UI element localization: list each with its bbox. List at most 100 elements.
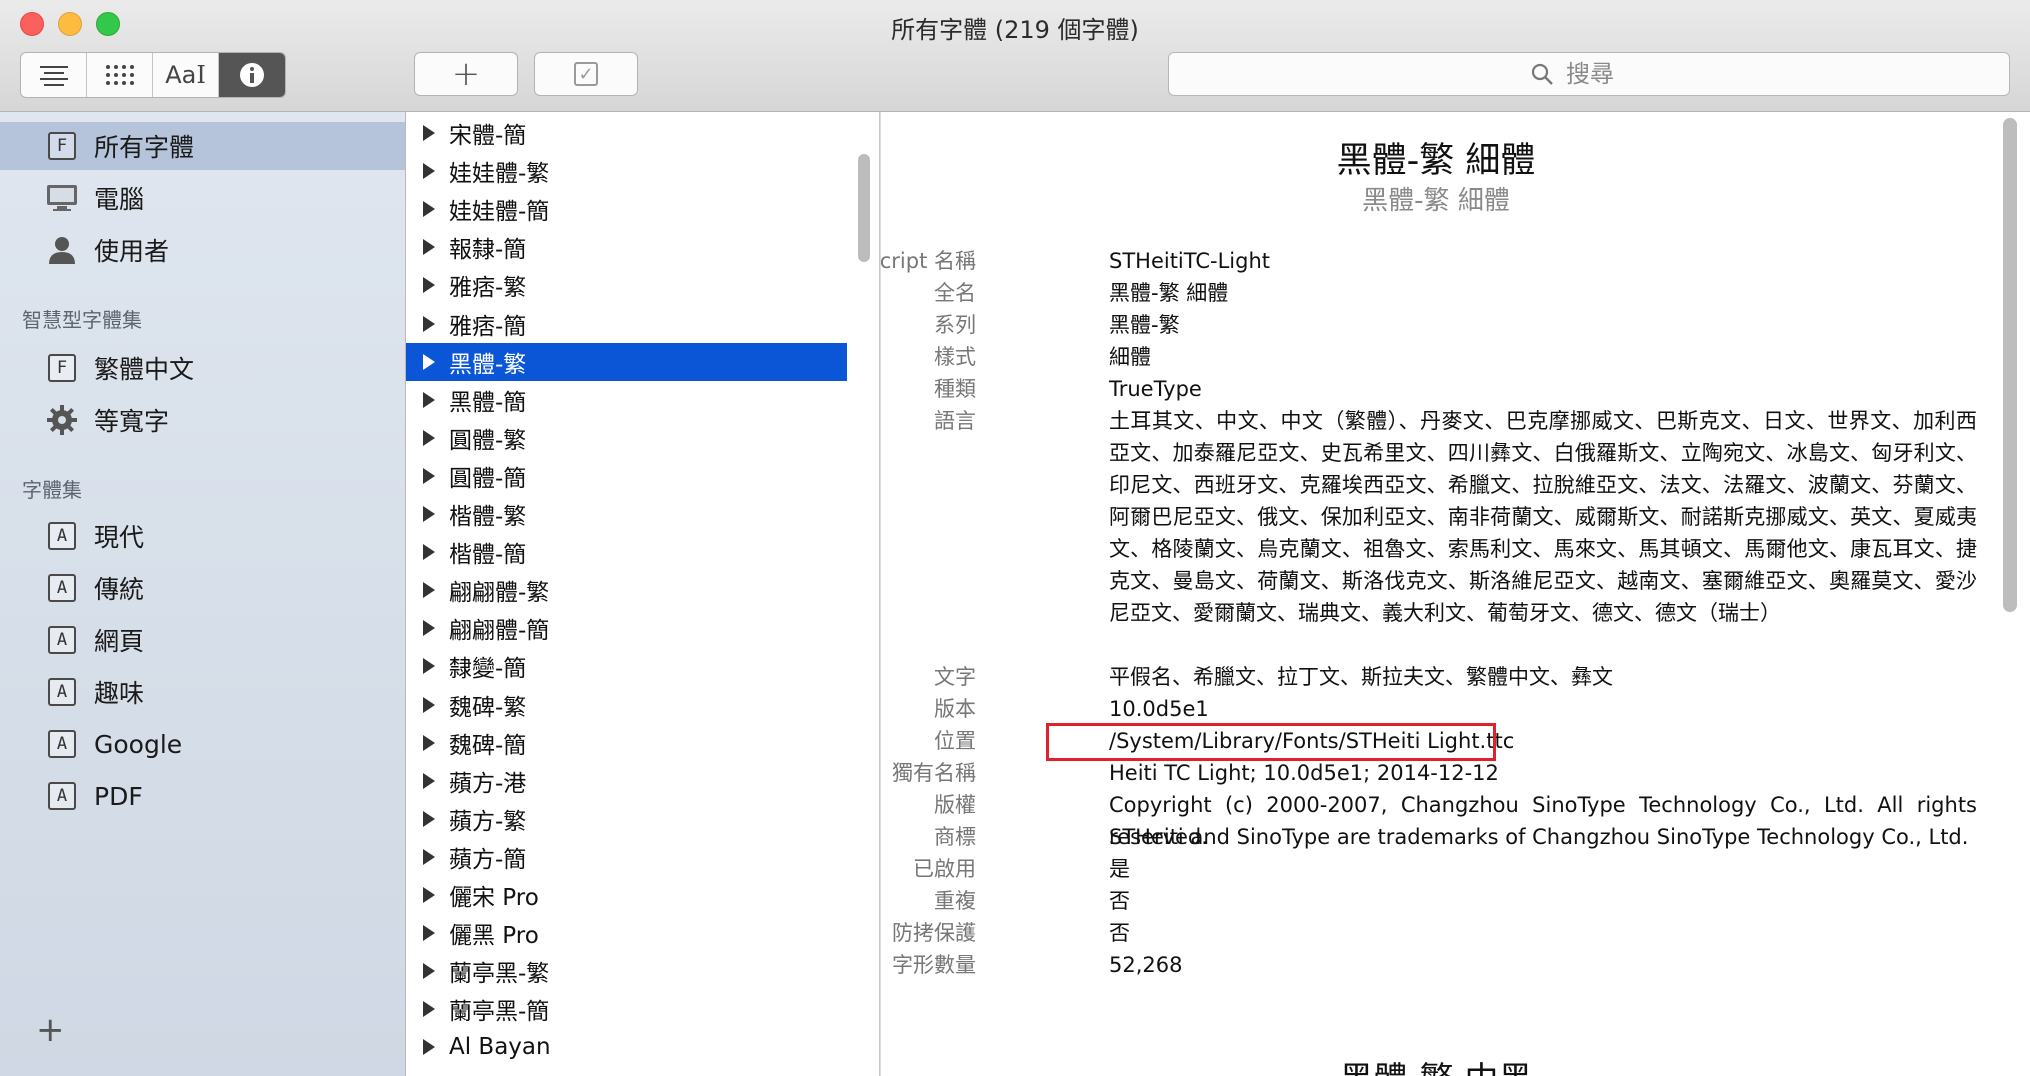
info-value: 土耳其文、中文、中文（繁體）、丹麥文、巴克摩挪威文、巴斯克文、日文、世界文、加利… bbox=[1109, 409, 1977, 625]
disclosure-triangle-icon[interactable] bbox=[423, 925, 435, 942]
text-cursor-icon: I bbox=[196, 61, 206, 89]
font-family-name: 魏碑-簡 bbox=[449, 732, 527, 759]
next-font-title: 黑體-繁 中黑 bbox=[881, 1052, 1991, 1076]
sidebar-item-google[interactable]: A Google bbox=[0, 720, 405, 768]
font-list-item[interactable]: 報隸-簡 bbox=[406, 228, 847, 266]
font-list-item[interactable]: 宋體-簡 bbox=[406, 114, 847, 152]
info-label: 商標 bbox=[934, 825, 976, 849]
search-input[interactable] bbox=[1564, 59, 1648, 89]
font-list-item[interactable]: Al Bayan bbox=[406, 1028, 847, 1066]
font-list-item[interactable]: 蘭亭黑-簡 bbox=[406, 990, 847, 1028]
list-view-button[interactable] bbox=[21, 53, 87, 97]
add-collection-button[interactable]: + bbox=[36, 1010, 65, 1050]
disclosure-triangle-icon[interactable] bbox=[423, 467, 435, 484]
font-list-item[interactable]: 楷體-繁 bbox=[406, 495, 847, 533]
info-value: 10.0d5e1 bbox=[1109, 697, 1209, 721]
info-pane-scrollbar[interactable] bbox=[2003, 118, 2017, 612]
font-list-item[interactable]: 黑體-繁 bbox=[406, 342, 847, 381]
add-font-button[interactable]: + bbox=[414, 52, 518, 96]
font-list-item[interactable]: 娃娃體-繁 bbox=[406, 152, 847, 190]
font-list-item[interactable]: 儷黑 Pro bbox=[406, 914, 847, 952]
font-family-name: 蘭亭黑-繁 bbox=[449, 961, 550, 988]
sidebar-item-traditional-chinese[interactable]: F 繁體中文 bbox=[0, 344, 405, 392]
validate-font-button[interactable]: ✓ bbox=[534, 52, 638, 96]
info-label: 樣式 bbox=[934, 345, 976, 369]
collections-header: 字體集 bbox=[22, 478, 82, 502]
disclosure-triangle-icon[interactable] bbox=[423, 848, 435, 865]
disclosure-triangle-icon[interactable] bbox=[423, 772, 435, 789]
font-family-name: 蘋方-港 bbox=[449, 770, 527, 797]
info-value: 黑體-繁 bbox=[1109, 313, 1180, 337]
font-list-item[interactable]: 雅痞-簡 bbox=[406, 305, 847, 343]
sidebar-item-computer[interactable]: 電腦 bbox=[0, 174, 405, 222]
font-list-item[interactable]: 楷體-簡 bbox=[406, 533, 847, 571]
info-value: TrueType bbox=[1109, 377, 1202, 401]
sidebar-item-user[interactable]: 使用者 bbox=[0, 226, 405, 274]
font-list-item[interactable]: 蘭亭黑-繁 bbox=[406, 952, 847, 990]
disclosure-triangle-icon[interactable] bbox=[423, 315, 435, 332]
font-family-name: 翩翩體-繁 bbox=[449, 580, 550, 607]
disclosure-triangle-icon[interactable] bbox=[423, 506, 435, 522]
disclosure-triangle-icon[interactable] bbox=[423, 963, 435, 980]
disclosure-triangle-icon[interactable] bbox=[423, 163, 435, 180]
font-family-name: 楷體-簡 bbox=[449, 542, 527, 569]
sidebar-item-label: Google bbox=[94, 729, 183, 759]
disclosure-triangle-icon[interactable] bbox=[423, 1001, 435, 1018]
view-mode-segmented-control: Aa I bbox=[20, 52, 286, 98]
disclosure-triangle-icon[interactable] bbox=[423, 696, 435, 713]
font-list-item[interactable]: 娃娃體-簡 bbox=[406, 190, 847, 228]
font-family-name: 圓體-簡 bbox=[449, 465, 527, 492]
font-list-scrollbar[interactable] bbox=[858, 154, 870, 262]
window-toolbar: 所有字體 (219 個字體) Aa I + ✓ 搜尋 bbox=[0, 0, 2030, 112]
font-list-item[interactable]: 圓體-繁 bbox=[406, 419, 847, 457]
font-list-item[interactable]: 翩翩體-簡 bbox=[406, 609, 847, 647]
disclosure-triangle-icon[interactable] bbox=[423, 353, 435, 370]
font-list-item[interactable]: 隸變-簡 bbox=[406, 647, 847, 685]
font-list-item[interactable]: 儷宋 Pro bbox=[406, 876, 847, 914]
sidebar-item-label: 現代 bbox=[94, 523, 145, 552]
disclosure-triangle-icon[interactable] bbox=[423, 391, 435, 408]
disclosure-triangle-icon[interactable] bbox=[423, 201, 435, 218]
info-value: 細體 bbox=[1109, 345, 1151, 369]
font-list-item[interactable]: 魏碑-簡 bbox=[406, 724, 847, 762]
disclosure-triangle-icon[interactable] bbox=[423, 620, 435, 637]
disclosure-triangle-icon[interactable] bbox=[423, 887, 435, 903]
font-list-item[interactable]: 黑體-簡 bbox=[406, 381, 847, 419]
computer-icon bbox=[44, 180, 80, 216]
disclosure-triangle-icon[interactable] bbox=[423, 658, 435, 675]
font-list-item[interactable]: 蘋方-簡 bbox=[406, 838, 847, 876]
disclosure-triangle-icon[interactable] bbox=[423, 1039, 435, 1056]
info-value: 是 bbox=[1109, 857, 1130, 881]
disclosure-triangle-icon[interactable] bbox=[423, 429, 435, 446]
plus-icon: + bbox=[451, 54, 481, 94]
disclosure-triangle-icon[interactable] bbox=[423, 734, 435, 751]
font-list-item[interactable]: 魏碑-繁 bbox=[406, 686, 847, 724]
sidebar-item-web[interactable]: A 網頁 bbox=[0, 616, 405, 664]
sidebar-item-fun[interactable]: A 趣味 bbox=[0, 668, 405, 716]
sidebar-item-monospaced[interactable]: 等寬字 bbox=[0, 396, 405, 444]
disclosure-triangle-icon[interactable] bbox=[423, 277, 435, 294]
sidebar-item-traditional[interactable]: A 傳統 bbox=[0, 564, 405, 612]
info-label: 獨有名稱 bbox=[892, 761, 976, 785]
font-list-item[interactable]: 蘋方-港 bbox=[406, 762, 847, 800]
sidebar-item-modern[interactable]: A 現代 bbox=[0, 512, 405, 560]
font-family-name: 蘭亭黑-簡 bbox=[449, 999, 550, 1026]
font-list-item[interactable]: 翩翩體-繁 bbox=[406, 571, 847, 609]
disclosure-triangle-icon[interactable] bbox=[423, 810, 435, 827]
disclosure-triangle-icon[interactable] bbox=[423, 125, 435, 141]
disclosure-triangle-icon[interactable] bbox=[423, 544, 435, 561]
smart-collections-header: 智慧型字體集 bbox=[22, 308, 142, 332]
info-label: 防拷保護 bbox=[892, 921, 976, 945]
font-list-item[interactable]: 圓體-簡 bbox=[406, 457, 847, 495]
disclosure-triangle-icon[interactable] bbox=[423, 239, 435, 256]
sidebar-item-all-fonts[interactable]: F 所有字體 bbox=[0, 122, 405, 170]
sidebar-item-pdf[interactable]: A PDF bbox=[0, 772, 405, 820]
sample-text-icon: Aa bbox=[165, 61, 197, 89]
sample-text-view-button[interactable]: Aa I bbox=[153, 53, 219, 97]
font-list-item[interactable]: 蘋方-繁 bbox=[406, 800, 847, 838]
font-list-item[interactable]: 雅痞-繁 bbox=[406, 266, 847, 304]
grid-view-button[interactable] bbox=[87, 53, 153, 97]
disclosure-triangle-icon[interactable] bbox=[423, 582, 435, 599]
search-field[interactable] bbox=[1168, 52, 2010, 96]
info-view-button[interactable] bbox=[219, 53, 285, 97]
